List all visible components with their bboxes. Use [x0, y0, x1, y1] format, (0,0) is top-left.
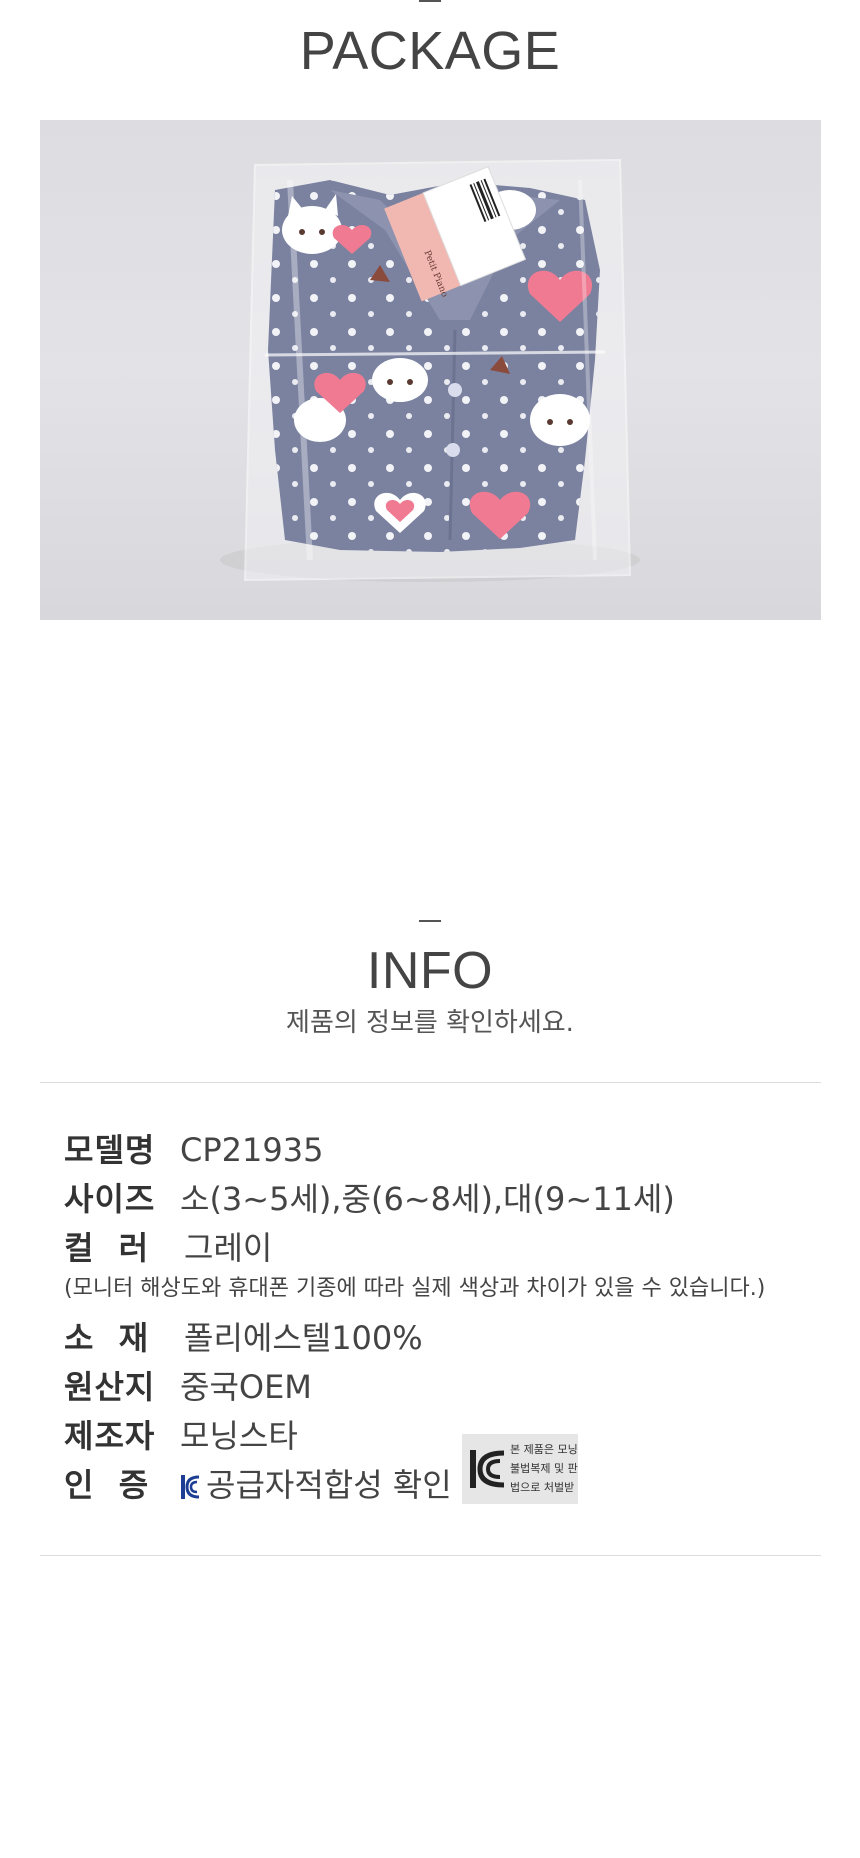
kc-certification-badge: 본 제품은 모닝 불법복제 및 판 법으로 처벌받 [462, 1434, 578, 1504]
spec-value: 폴리에스텔100% [184, 1319, 423, 1357]
spec-value-wrap: 공급자적합성 확인 [180, 1463, 452, 1507]
package-title: PACKAGE [299, 21, 561, 81]
spec-value: 중국OEM [180, 1368, 312, 1406]
kc-badge-line: 불법복제 및 판 [510, 1462, 578, 1475]
spec-label: 모델명 [64, 1131, 156, 1169]
spec-label: 제조자 [64, 1417, 156, 1455]
spec-value: CP21935 [180, 1131, 324, 1169]
spec-label: 원산지 [64, 1368, 156, 1406]
spec-label: 컬 러 [64, 1229, 150, 1267]
info-top-divider [40, 1082, 821, 1083]
kc-mark-icon [181, 1475, 200, 1499]
spec-value: 공급자적합성 확인 [206, 1466, 452, 1504]
info-bottom-divider [40, 1555, 821, 1556]
package-photo: Petit Piano [40, 120, 821, 620]
kc-mark-icon [470, 1450, 505, 1488]
package-dash-decoration [419, 0, 441, 2]
info-dash-decoration [419, 920, 441, 922]
info-subtitle: 제품의 정보를 확인하세요. [286, 1008, 574, 1038]
kc-badge-line: 법으로 처벌받 [510, 1481, 575, 1494]
spec-label: 인 증 [64, 1466, 150, 1504]
kc-badge-text: 본 제품은 모닝 불법복제 및 판 법으로 처벌받 [510, 1440, 578, 1497]
info-title: INFO [366, 942, 494, 1000]
color-disclaimer: (모니터 해상도와 휴대폰 기종에 따라 실제 색상과 차이가 있을 수 있습니… [64, 1276, 766, 1301]
package-photo-illustration: Petit Piano [220, 158, 640, 582]
spec-label: 소 재 [64, 1319, 150, 1357]
spec-label: 사이즈 [64, 1180, 156, 1218]
spec-value: 모닝스타 [180, 1417, 298, 1455]
spec-value: 그레이 [184, 1229, 273, 1267]
spec-value: 소(3~5세),중(6~8세),대(9~11세) [180, 1180, 675, 1218]
kc-badge-line: 본 제품은 모닝 [510, 1443, 578, 1456]
